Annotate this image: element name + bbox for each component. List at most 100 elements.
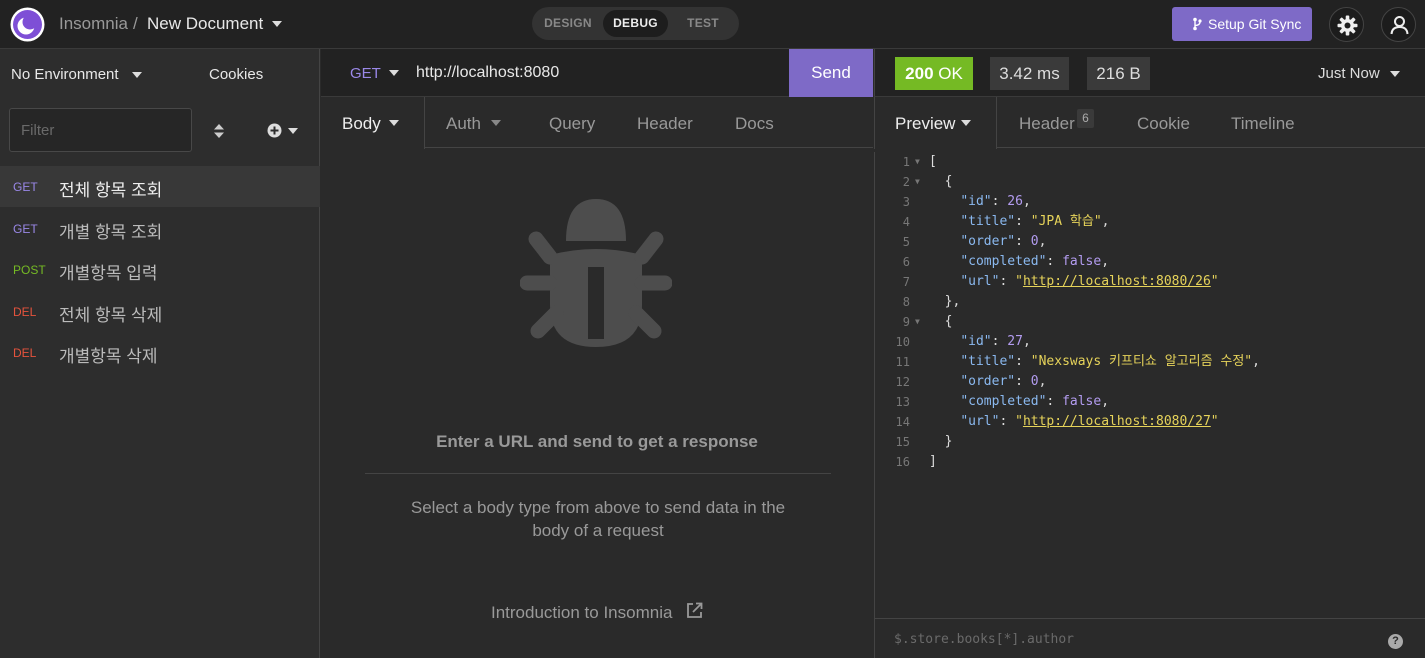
code-line: 13 "completed": false, [875,392,1425,412]
tab-preview[interactable]: Preview [895,114,955,134]
history-chevron-down-icon[interactable] [1390,71,1400,77]
tab-docs[interactable]: Docs [735,114,774,134]
body-type-hint: Select a body type from above to send da… [410,498,786,540]
document-name[interactable]: New Document [147,14,263,34]
fold-toggle-icon[interactable]: ▼ [915,172,920,192]
response-filter-input[interactable] [884,624,1364,654]
line-number: 1 [902,155,910,169]
request-name: 개별 항목 조회 [59,222,163,242]
code-text: [ [929,154,937,169]
body-chevron-down-icon[interactable] [389,120,399,126]
status-badge: 200 OK [895,57,973,90]
account-button[interactable] [1381,7,1416,42]
code-text: } [929,434,953,449]
external-link-icon[interactable] [686,602,703,619]
response-body-viewer[interactable]: 1 ▼[2 ▼ {3 "id": 26, 4 "title": "JPA 학습", 5 … [874,152,1425,618]
line-number: 12 [895,375,910,389]
sidebar-item-request[interactable]: POST 개별항목 입력 [0,249,320,290]
breadcrumb-separator: / [133,14,138,33]
code-line: 14 "url": "http://localhost:8080/27" [875,412,1425,432]
line-number: 3 [902,195,910,209]
code-text: { [929,174,953,189]
code-text: "completed": false, [960,394,1110,409]
tab-cookie[interactable]: Cookie [1137,114,1190,134]
tab-header[interactable]: Header [637,114,693,134]
code-text: "url": "http://localhost:8080/26" [960,274,1219,289]
code-line: 4 "title": "JPA 학습", [875,212,1425,232]
code-line: 3 "id": 26, [875,192,1425,212]
fold-toggle-icon[interactable]: ▼ [915,312,920,332]
preview-chevron-down-icon[interactable] [961,120,971,126]
line-number: 11 [895,355,910,369]
code-line: 12 "order": 0, [875,372,1425,392]
code-text: "id": 26, [960,194,1031,209]
code-line: 10 "id": 27, [875,332,1425,352]
request-name: 전체 항목 삭제 [59,305,163,325]
tab-query[interactable]: Query [549,114,595,134]
url-input[interactable] [408,51,786,95]
code-line: 15 } [875,432,1425,452]
app-name[interactable]: Insomnia [59,14,128,34]
line-number: 4 [902,215,910,229]
code-text: "title": "Nexsways 키프티쇼 알고리즘 수정", [960,354,1260,369]
code-line: 11 "title": "Nexsways 키프티쇼 알고리즘 수정", [875,352,1425,372]
sidebar-filter-input[interactable] [9,108,192,152]
code-line: 2 ▼ { [875,172,1425,192]
mode-test-tab[interactable]: TEST [668,7,738,40]
status-text: OK [938,64,963,83]
request-method-badge: POST [13,263,46,277]
user-icon [1390,16,1409,35]
environment-chevron-down-icon[interactable] [132,72,142,78]
method-chevron-down-icon[interactable] [389,70,399,76]
sort-icon[interactable] [213,124,225,138]
code-text: ] [929,454,937,469]
code-text: "order": 0, [960,374,1047,389]
send-button[interactable]: Send [789,49,873,97]
help-icon[interactable]: ? [1388,634,1403,649]
cookies-button[interactable]: Cookies [209,66,263,83]
add-chevron-down-icon[interactable] [288,128,298,134]
code-text: "order": 0, [960,234,1047,249]
code-line: 5 "order": 0, [875,232,1425,252]
code-line: 8 }, [875,292,1425,312]
fold-toggle-icon[interactable]: ▼ [915,152,920,172]
sidebar-item-request[interactable]: GET 전체 항목 조회 [0,166,320,207]
line-number: 9 [902,315,910,329]
request-name: 전체 항목 조회 [59,181,163,200]
mode-design-tab[interactable]: DESIGN [532,7,604,40]
document-chevron-down-icon[interactable] [272,21,282,27]
line-number: 10 [895,335,910,349]
line-number: 15 [895,435,910,449]
intro-link[interactable]: Introduction to Insomnia [491,603,672,623]
request-method-badge: GET [13,221,38,236]
code-text: "title": "JPA 학습", [960,214,1110,229]
http-method-selector[interactable]: GET [350,65,381,82]
auth-chevron-down-icon[interactable] [491,120,501,126]
status-code: 200 [905,64,934,83]
code-line: 9 ▼ { [875,312,1425,332]
mode-switcher: DESIGN DEBUG TEST [532,7,739,40]
header-count-badge: 6 [1077,109,1094,128]
tab-timeline[interactable]: Timeline [1231,114,1295,134]
sidebar-item-request[interactable]: GET 개별 항목 조회 [0,208,320,249]
response-history-selector[interactable]: Just Now [1318,65,1380,82]
line-number: 13 [895,395,910,409]
environment-selector[interactable]: No Environment [11,66,119,83]
add-request-icon[interactable] [267,123,282,138]
line-number: 14 [895,415,910,429]
insomnia-logo-icon [10,7,45,42]
request-name: 개별항목 삭제 [59,347,158,366]
tab-body[interactable]: Body [342,114,381,134]
code-text: { [929,314,953,329]
sidebar-item-request[interactable]: DEL 전체 항목 삭제 [0,291,320,332]
sidebar-item-request[interactable]: DEL 개별항목 삭제 [0,332,320,373]
mode-debug-tab[interactable]: DEBUG [603,10,668,37]
code-line: 1 ▼ [ [875,152,1425,172]
tab-auth[interactable]: Auth [446,114,481,134]
tab-response-header[interactable]: Header [1019,114,1075,134]
settings-button[interactable] [1329,7,1364,42]
code-text: "url": "http://localhost:8080/27" [960,414,1219,429]
request-method-badge: GET [13,180,38,194]
line-number: 6 [902,255,910,269]
code-line: 6 "completed": false, [875,252,1425,272]
